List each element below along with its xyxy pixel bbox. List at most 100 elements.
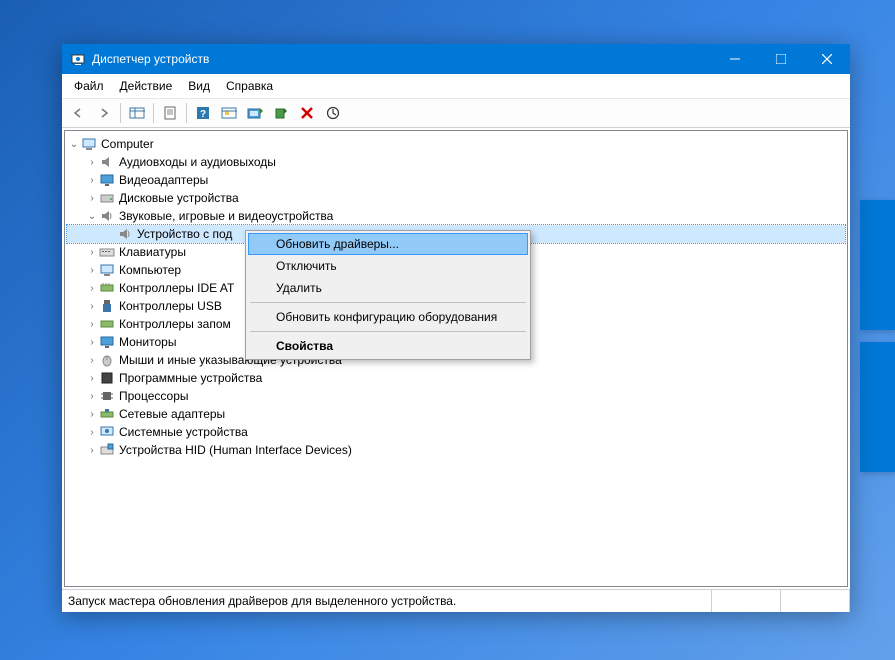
keyboard-icon xyxy=(99,244,115,260)
menu-action[interactable]: Действие xyxy=(112,77,181,95)
ctx-scan-hardware[interactable]: Обновить конфигурацию оборудования xyxy=(248,306,528,328)
node-label: Компьютер xyxy=(119,263,181,277)
window-title: Диспетчер устройств xyxy=(92,52,712,66)
controller-icon xyxy=(99,316,115,332)
back-button[interactable] xyxy=(66,101,90,125)
forward-button[interactable] xyxy=(92,101,116,125)
node-label: Дисковые устройства xyxy=(119,191,239,205)
node-label: Контроллеры запом xyxy=(119,317,231,331)
monitor-icon xyxy=(99,334,115,350)
expand-icon[interactable]: › xyxy=(85,157,99,168)
device-manager-window: Диспетчер устройств Файл Действие Вид Сп… xyxy=(62,44,850,612)
menubar: Файл Действие Вид Справка xyxy=(62,74,850,99)
context-menu: Обновить драйверы... Отключить Удалить О… xyxy=(245,230,531,360)
node-label: Контроллеры USB xyxy=(119,299,222,313)
ctx-disable[interactable]: Отключить xyxy=(248,255,528,277)
ctx-properties[interactable]: Свойства xyxy=(248,335,528,357)
expand-icon[interactable]: › xyxy=(85,409,99,420)
expand-icon[interactable]: › xyxy=(85,265,99,276)
scan-hardware-button[interactable] xyxy=(217,101,241,125)
statusbar: Запуск мастера обновления драйверов для … xyxy=(62,589,850,612)
expand-icon[interactable]: › xyxy=(85,337,99,348)
expand-icon[interactable]: › xyxy=(85,301,99,312)
close-button[interactable] xyxy=(804,44,850,74)
show-hide-tree-button[interactable] xyxy=(125,101,149,125)
node-label: Сетевые адаптеры xyxy=(119,407,225,421)
update-driver-button[interactable] xyxy=(243,101,267,125)
expand-icon[interactable]: › xyxy=(85,193,99,204)
status-text: Запуск мастера обновления драйверов для … xyxy=(62,590,712,612)
display-icon xyxy=(99,172,115,188)
node-label: Computer xyxy=(101,137,154,151)
collapse-icon[interactable]: ⌄ xyxy=(85,211,99,222)
expand-icon[interactable]: › xyxy=(85,427,99,438)
disk-icon xyxy=(99,190,115,206)
tree-item-display[interactable]: › Видеоадаптеры xyxy=(67,171,845,189)
hid-icon xyxy=(99,442,115,458)
tree-item-software[interactable]: › Программные устройства xyxy=(67,369,845,387)
tree-item-system[interactable]: › Системные устройства xyxy=(67,423,845,441)
app-icon xyxy=(70,51,86,67)
menu-file[interactable]: Файл xyxy=(66,77,112,95)
svg-text:?: ? xyxy=(200,109,206,120)
system-icon xyxy=(99,424,115,440)
help-button[interactable]: ? xyxy=(191,101,215,125)
expand-icon[interactable]: › xyxy=(85,391,99,402)
expand-icon[interactable]: › xyxy=(85,445,99,456)
chip-icon xyxy=(99,370,115,386)
expand-icon[interactable]: › xyxy=(85,319,99,330)
expand-icon[interactable]: › xyxy=(85,283,99,294)
disable-button[interactable] xyxy=(269,101,293,125)
tree-item-processors[interactable]: › Процессоры xyxy=(67,387,845,405)
computer-icon xyxy=(99,262,115,278)
node-label: Устройства HID (Human Interface Devices) xyxy=(119,443,352,457)
separator xyxy=(250,302,526,303)
mouse-icon xyxy=(99,352,115,368)
toolbar: ? xyxy=(62,99,850,128)
ctx-delete[interactable]: Удалить xyxy=(248,277,528,299)
expand-icon[interactable]: › xyxy=(85,373,99,384)
separator xyxy=(250,331,526,332)
node-label: Видеоадаптеры xyxy=(119,173,208,187)
desktop-tile xyxy=(860,342,895,472)
tree-item-sound[interactable]: ⌄ Звуковые, игровые и видеоустройства xyxy=(67,207,845,225)
node-label: Аудиовходы и аудиовыходы xyxy=(119,155,276,169)
collapse-icon[interactable]: ⌄ xyxy=(67,139,81,150)
status-cell xyxy=(712,590,781,612)
menu-view[interactable]: Вид xyxy=(180,77,218,95)
speaker-icon xyxy=(117,226,133,242)
desktop-tile xyxy=(860,200,895,330)
speaker-icon xyxy=(99,154,115,170)
node-label: Устройство с под xyxy=(137,227,232,241)
cpu-icon xyxy=(99,388,115,404)
uninstall-button[interactable] xyxy=(295,101,319,125)
expand-icon[interactable]: › xyxy=(85,355,99,366)
node-label: Клавиатуры xyxy=(119,245,186,259)
minimize-button[interactable] xyxy=(712,44,758,74)
ctx-update-drivers[interactable]: Обновить драйверы... xyxy=(248,233,528,255)
node-label: Программные устройства xyxy=(119,371,262,385)
node-label: Системные устройства xyxy=(119,425,248,439)
tree-panel: ⌄ Computer › Аудиовходы и аудиовыходы › Ви… xyxy=(64,130,848,587)
speaker-icon xyxy=(99,208,115,224)
node-label: Контроллеры IDE AT xyxy=(119,281,234,295)
status-cell xyxy=(781,590,850,612)
tree-item-network[interactable]: › Сетевые адаптеры xyxy=(67,405,845,423)
node-label: Звуковые, игровые и видеоустройства xyxy=(119,209,333,223)
maximize-button[interactable] xyxy=(758,44,804,74)
tree-item-hid[interactable]: › Устройства HID (Human Interface Devices… xyxy=(67,441,845,459)
expand-icon[interactable]: › xyxy=(85,175,99,186)
tree-item-disk[interactable]: › Дисковые устройства xyxy=(67,189,845,207)
network-icon xyxy=(99,406,115,422)
tree-root[interactable]: ⌄ Computer xyxy=(67,135,845,153)
expand-icon[interactable]: › xyxy=(85,247,99,258)
tree-item-audio-io[interactable]: › Аудиовходы и аудиовыходы xyxy=(67,153,845,171)
node-label: Мониторы xyxy=(119,335,176,349)
titlebar: Диспетчер устройств xyxy=(62,44,850,74)
usb-icon xyxy=(99,298,115,314)
controller-icon xyxy=(99,280,115,296)
refresh-button[interactable] xyxy=(321,101,345,125)
properties-button[interactable] xyxy=(158,101,182,125)
menu-help[interactable]: Справка xyxy=(218,77,281,95)
node-label: Процессоры xyxy=(119,389,189,403)
